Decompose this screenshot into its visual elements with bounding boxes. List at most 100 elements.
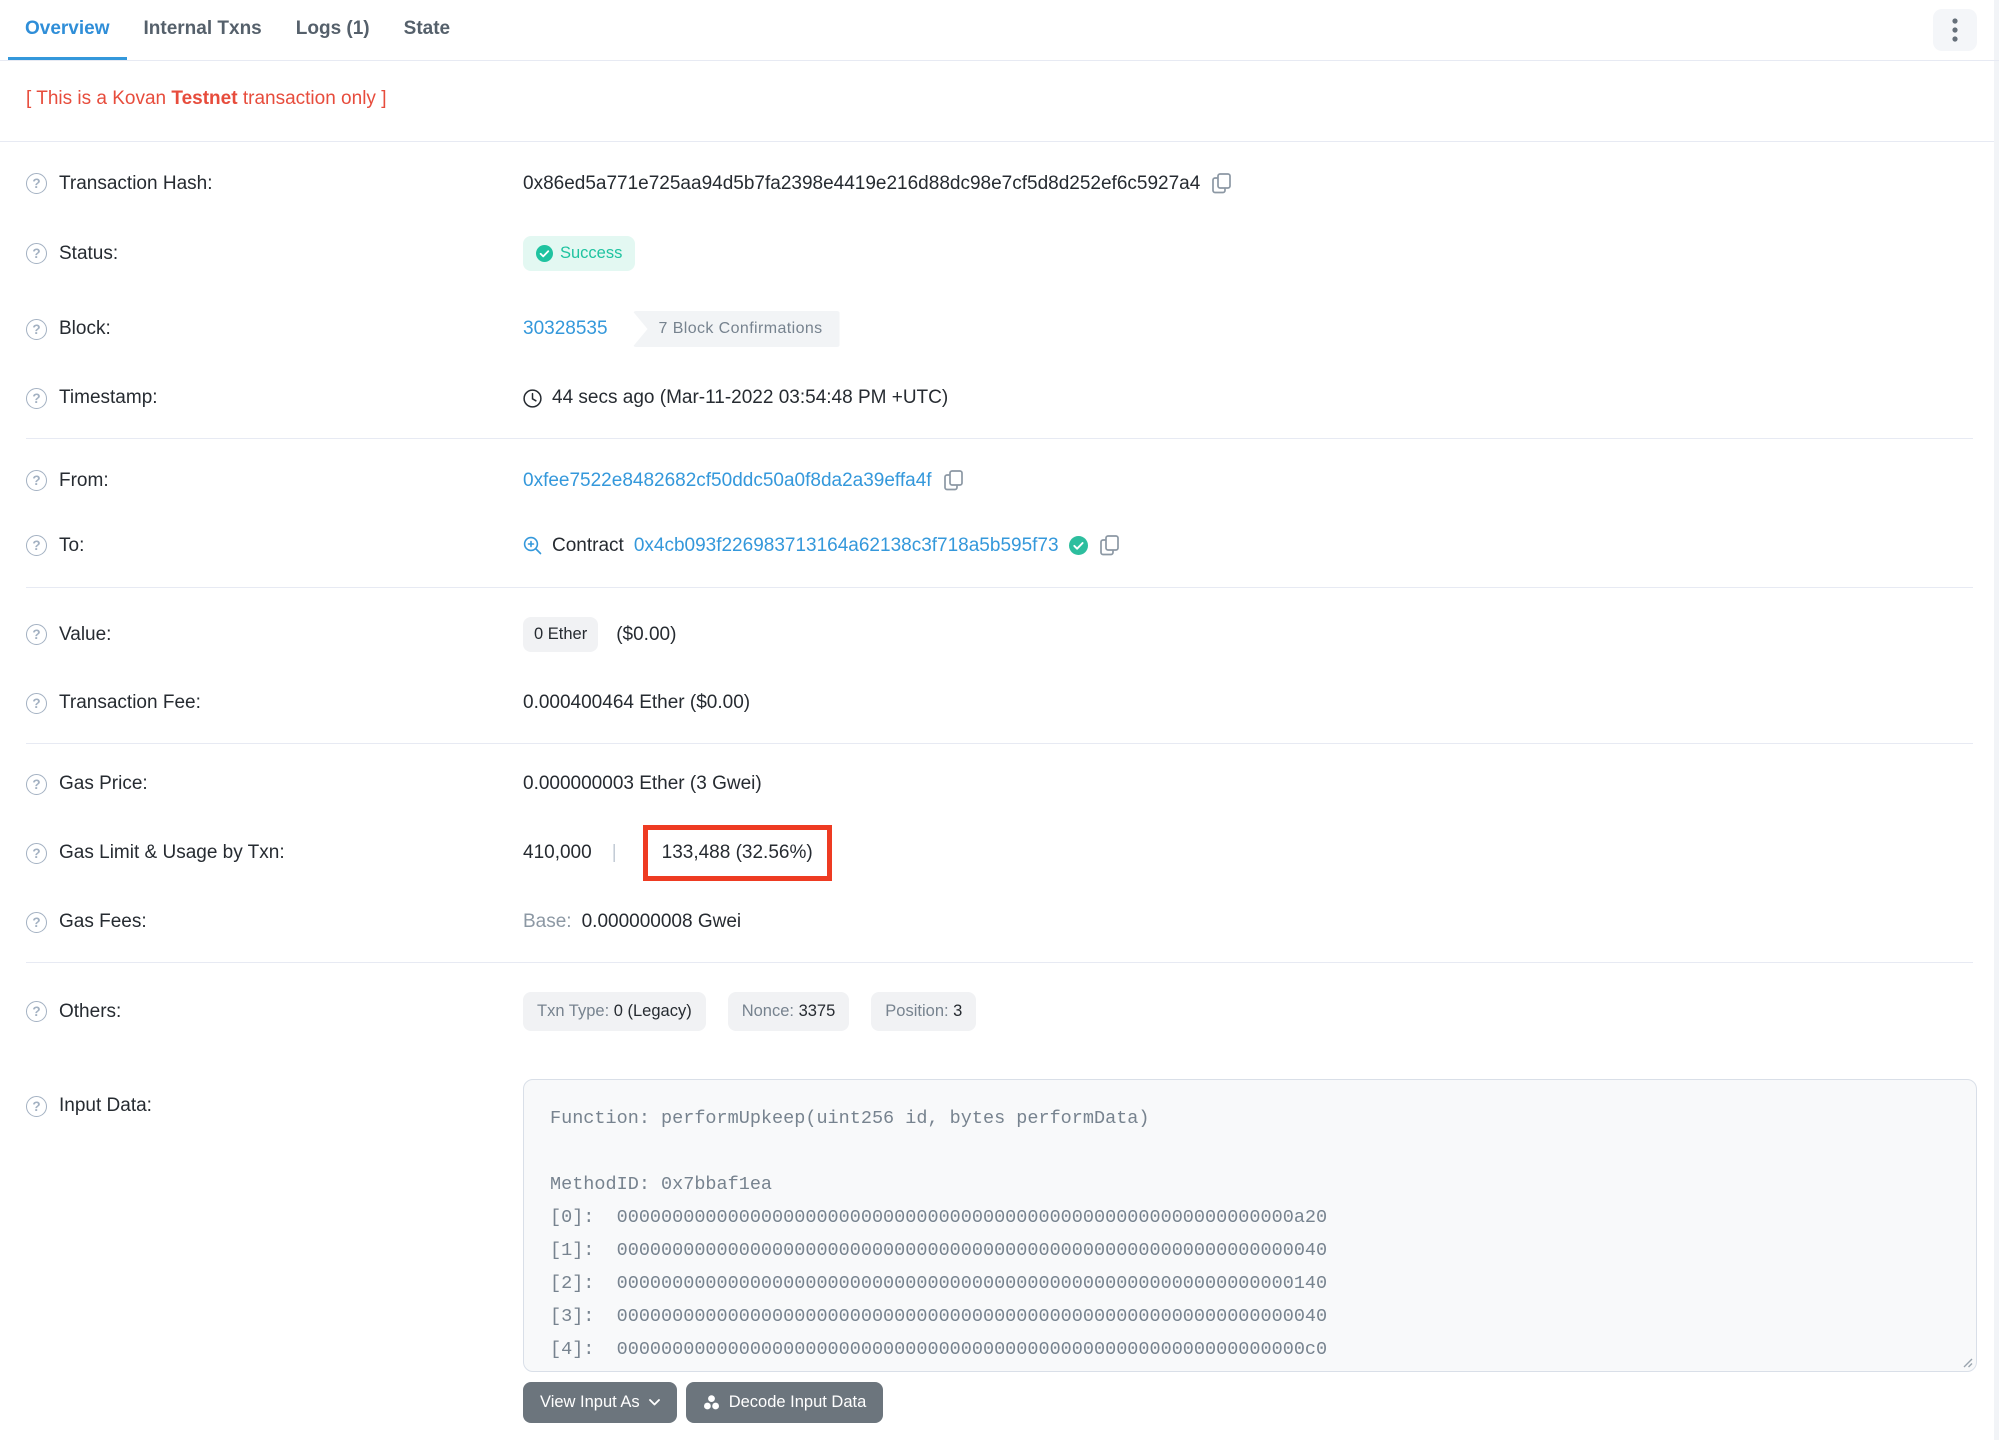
to-address-link[interactable]: 0x4cb093f226983713164a62138c3f718a5b595f…	[634, 535, 1059, 557]
row-gas-fees: Gas Fees: Base: 0.000000008 Gwei	[26, 891, 1973, 953]
gas-fees-base-label: Base:	[523, 911, 572, 932]
help-icon[interactable]	[26, 624, 47, 645]
row-input-data: Input Data: Function: performUpkeep(uint…	[26, 1051, 1977, 1440]
help-icon[interactable]	[26, 173, 47, 194]
check-circle-icon	[536, 245, 553, 262]
clock-icon	[523, 388, 542, 408]
input-data-line: MethodID: 0x7bbaf1ea	[550, 1174, 773, 1195]
help-icon[interactable]	[26, 470, 47, 491]
help-icon[interactable]	[26, 1095, 47, 1117]
input-data-line: [2]: 00000000000000000000000000000000000…	[550, 1273, 1328, 1294]
from-address-link[interactable]: 0xfee7522e8482682cf50ddc50a0f8da2a39effa…	[523, 470, 932, 492]
row-label-text: Value:	[59, 623, 112, 645]
position-badge: Position: 3	[871, 992, 977, 1031]
gas-price-value: 0.000000003 Ether (3 Gwei)	[523, 773, 762, 794]
tab-internal-txns[interactable]: Internal Txns	[127, 0, 279, 60]
row-to: To: Contract 0x4cb093f226983713164a62138…	[26, 513, 1973, 578]
copy-icon	[1099, 535, 1119, 556]
gas-used-value: 133,488 (32.56%)	[661, 842, 813, 863]
input-data-line: [3]: 00000000000000000000000000000000000…	[550, 1306, 1328, 1327]
input-data-line	[550, 1135, 1950, 1168]
row-label-text: Gas Fees:	[59, 911, 147, 932]
help-icon[interactable]	[26, 243, 47, 264]
gas-separator: |	[611, 842, 617, 863]
overview-panel: Transaction Hash: 0x86ed5a771e725aa94d5b…	[0, 142, 1999, 1440]
txn-type-badge: Txn Type: 0 (Legacy)	[523, 992, 706, 1031]
decode-icon	[703, 1394, 720, 1411]
help-icon[interactable]	[26, 692, 47, 714]
tab-overview[interactable]: Overview	[8, 0, 127, 60]
section-parties: From: 0xfee7522e8482682cf50ddc50a0f8da2a…	[26, 439, 1973, 588]
row-from: From: 0xfee7522e8482682cf50ddc50a0f8da2a…	[26, 448, 1973, 513]
section-gas: Gas Price: 0.000000003 Ether (3 Gwei) Ga…	[26, 744, 1973, 963]
row-label-text: Status:	[59, 242, 119, 264]
tab-bar: Overview Internal Txns Logs (1) State	[0, 0, 1999, 61]
value-ether-badge: 0 Ether	[523, 617, 599, 652]
to-contract-word: Contract	[552, 534, 624, 556]
row-block: Block: 30328535 7 Block Confirmations	[26, 291, 1973, 367]
row-label-text: Timestamp:	[59, 387, 158, 408]
help-icon[interactable]	[26, 773, 47, 795]
input-data-line: [1]: 00000000000000000000000000000000000…	[550, 1240, 1328, 1261]
nonce-badge: Nonce: 3375	[727, 992, 850, 1031]
decode-input-data-button[interactable]: Decode Input Data	[685, 1382, 884, 1423]
row-value: Value: 0 Ether ($0.00)	[26, 597, 1973, 672]
section-identity: Transaction Hash: 0x86ed5a771e725aa94d5b…	[26, 142, 1973, 439]
input-data-line: [0]: 00000000000000000000000000000000000…	[550, 1207, 1328, 1228]
section-others-input: Others: Txn Type: 0 (Legacy) Nonce: 3375…	[26, 963, 1977, 1440]
more-options-button[interactable]	[1933, 9, 1977, 51]
row-label-text: To:	[59, 534, 85, 556]
gas-limit-value: 410,000	[523, 842, 592, 863]
tab-logs[interactable]: Logs (1)	[279, 0, 387, 60]
gas-fees-base-value: 0.000000008 Gwei	[581, 911, 742, 932]
help-icon[interactable]	[26, 1001, 47, 1022]
verified-check-icon	[1068, 536, 1088, 555]
scrollbar-track[interactable]	[1994, 0, 1999, 1440]
help-icon[interactable]	[26, 535, 47, 556]
row-label-text: From:	[59, 469, 109, 491]
tab-state[interactable]: State	[387, 0, 467, 60]
row-label-text: Transaction Fee:	[59, 692, 201, 713]
row-gas-price: Gas Price: 0.000000003 Ether (3 Gwei)	[26, 753, 1973, 815]
section-value: Value: 0 Ether ($0.00) Transaction Fee: …	[26, 588, 1973, 744]
input-data-line: Function: performUpkeep(uint256 id, byte…	[550, 1108, 1150, 1129]
row-label-text: Transaction Hash:	[59, 172, 213, 194]
block-confirmations-badge: 7 Block Confirmations	[632, 311, 840, 347]
help-icon[interactable]	[26, 318, 47, 340]
status-badge: Success	[523, 236, 636, 271]
annotation-highlight-box: 133,488 (32.56%)	[642, 825, 832, 881]
row-status: Status: Success	[26, 216, 1973, 291]
help-icon[interactable]	[26, 387, 47, 409]
copy-hash-button[interactable]	[1210, 171, 1233, 196]
timestamp-value: 44 secs ago (Mar-11-2022 03:54:48 PM +UT…	[552, 387, 949, 408]
row-gas-limit-usage: Gas Limit & Usage by Txn: 410,000 | 133,…	[26, 815, 1973, 891]
block-number-link[interactable]: 30328535	[523, 318, 608, 340]
chevron-down-icon	[648, 1399, 660, 1406]
row-transaction-hash: Transaction Hash: 0x86ed5a771e725aa94d5b…	[26, 151, 1973, 216]
row-transaction-fee: Transaction Fee: 0.000400464 Ether ($0.0…	[26, 672, 1973, 734]
transaction-page: Overview Internal Txns Logs (1) State [ …	[0, 0, 1999, 1440]
testnet-notice: [ This is a Kovan Testnet transaction on…	[0, 61, 1999, 142]
row-label-text: Input Data:	[59, 1095, 152, 1116]
input-data-line: [5]: 00000000000000000000000000000000000…	[550, 1366, 1950, 1371]
input-data-line: [4]: 00000000000000000000000000000000000…	[550, 1339, 1328, 1360]
copy-from-button[interactable]	[942, 468, 965, 493]
zoom-in-icon[interactable]	[523, 536, 542, 555]
row-others: Others: Txn Type: 0 (Legacy) Nonce: 3375…	[26, 972, 1973, 1051]
transaction-hash-value: 0x86ed5a771e725aa94d5b7fa2398e4419e216d8…	[523, 172, 1201, 194]
row-label-text: Gas Price:	[59, 773, 148, 794]
row-label-text: Others:	[59, 1000, 122, 1022]
input-data-textarea[interactable]: Function: performUpkeep(uint256 id, byte…	[523, 1079, 1977, 1372]
copy-icon	[943, 470, 963, 491]
row-timestamp: Timestamp: 44 secs ago (Mar-11-2022 03:5…	[26, 367, 1973, 429]
value-usd: ($0.00)	[616, 623, 677, 645]
view-input-as-button[interactable]: View Input As	[523, 1382, 677, 1423]
copy-to-button[interactable]	[1098, 533, 1121, 558]
row-label-text: Block:	[59, 318, 111, 339]
help-icon[interactable]	[26, 911, 47, 933]
help-icon[interactable]	[26, 842, 47, 864]
row-label-text: Gas Limit & Usage by Txn:	[59, 842, 285, 863]
transaction-fee-value: 0.000400464 Ether ($0.00)	[523, 692, 751, 713]
kebab-menu-icon	[1952, 17, 1958, 43]
resize-grip-icon[interactable]	[1960, 1355, 1973, 1368]
